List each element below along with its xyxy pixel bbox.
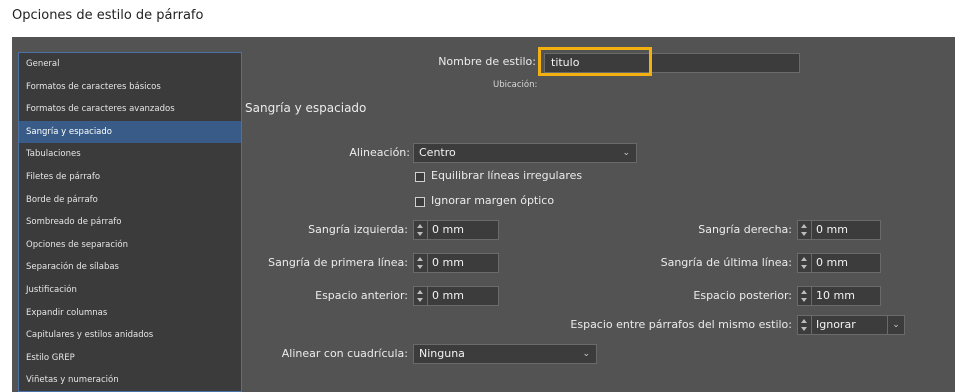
align-grid-value: Ninguna (419, 347, 465, 360)
space-after-stepper[interactable] (798, 287, 812, 305)
space-before-value: 0 mm (432, 289, 464, 302)
sidebar-item-justification[interactable]: Justificación (19, 279, 241, 302)
align-grid-label: Alinear con cuadrícula: (281, 347, 408, 360)
sidebar-item-basic-char-formats[interactable]: Formatos de caracteres básicos (19, 76, 241, 99)
sidebar-item-paragraph-shading[interactable]: Sombreado de párrafo (19, 211, 241, 234)
space-after-field[interactable]: 10 mm (797, 286, 881, 306)
sidebar-item-grep-style[interactable]: Estilo GREP (19, 347, 241, 370)
left-indent-stepper[interactable] (414, 221, 428, 239)
dialog-title-bar: Opciones de estilo de párrafo (0, 0, 955, 36)
left-indent-field[interactable]: 0 mm (413, 220, 499, 240)
space-before-field[interactable]: 0 mm (413, 286, 499, 306)
space-same-style-field[interactable]: Ignorar ⌄ (797, 315, 905, 335)
dialog-title: Opciones de estilo de párrafo (12, 8, 204, 23)
right-indent-field[interactable]: 0 mm (797, 220, 881, 240)
chevron-down-icon[interactable]: ⌄ (887, 316, 904, 334)
sidebar-item-drop-caps[interactable]: Capitulares y estilos anidados (19, 324, 241, 347)
balance-lines-checkbox[interactable] (415, 172, 425, 182)
style-name-label: Nombre de estilo: (438, 55, 536, 68)
location-label: Ubicación: (493, 80, 538, 90)
section-title: Sangría y espaciado (245, 101, 367, 115)
last-line-indent-value: 0 mm (816, 256, 848, 269)
sidebar-item-tabs[interactable]: Tabulaciones (19, 143, 241, 166)
space-before-stepper[interactable] (414, 287, 428, 305)
alignment-value: Centro (419, 146, 456, 159)
right-indent-stepper[interactable] (798, 221, 812, 239)
sidebar-item-advanced-char-formats[interactable]: Formatos de caracteres avanzados (19, 98, 241, 121)
chevron-down-icon: ⌄ (622, 148, 630, 158)
space-same-style-stepper[interactable] (798, 316, 812, 334)
space-after-label: Espacio posterior: (693, 289, 792, 302)
first-line-indent-stepper[interactable] (414, 254, 428, 272)
align-grid-dropdown[interactable]: Ninguna ⌄ (413, 344, 597, 364)
first-line-indent-label: Sangría de primera línea: (268, 256, 408, 269)
alignment-label: Alineación: (349, 146, 410, 159)
space-after-value: 10 mm (816, 289, 855, 302)
space-before-label: Espacio anterior: (315, 289, 408, 302)
sidebar-item-hyphenation[interactable]: Separación de sílabas (19, 256, 241, 279)
sidebar-item-bullets-numbering[interactable]: Viñetas y numeración (19, 369, 241, 391)
last-line-indent-stepper[interactable] (798, 254, 812, 272)
right-indent-value: 0 mm (816, 223, 848, 236)
sidebar-item-span-columns[interactable]: Expandir columnas (19, 302, 241, 325)
chevron-down-icon: ⌄ (582, 349, 590, 359)
highlight-box (538, 47, 652, 76)
first-line-indent-value: 0 mm (432, 256, 464, 269)
ignore-optical-margin-label: Ignorar margen óptico (431, 194, 555, 207)
first-line-indent-field[interactable]: 0 mm (413, 253, 499, 273)
left-indent-value: 0 mm (432, 223, 464, 236)
sidebar-item-indents-spacing[interactable]: Sangría y espaciado (19, 120, 241, 144)
ignore-optical-margin-checkbox[interactable] (415, 197, 425, 207)
sidebar-item-paragraph-rules[interactable]: Filetes de párrafo (19, 166, 241, 189)
category-list[interactable]: General Formatos de caracteres básicos F… (18, 52, 242, 392)
space-same-style-value: Ignorar (816, 318, 856, 331)
balance-lines-label: Equilibrar líneas irregulares (431, 169, 583, 182)
right-indent-label: Sangría derecha: (698, 223, 792, 236)
last-line-indent-field[interactable]: 0 mm (797, 253, 881, 273)
sidebar-item-general[interactable]: General (19, 53, 241, 76)
sidebar-item-keep-options[interactable]: Opciones de separación (19, 234, 241, 257)
last-line-indent-label: Sangría de última línea: (660, 256, 792, 269)
space-same-style-label: Espacio entre párrafos del mismo estilo: (570, 318, 792, 331)
alignment-dropdown[interactable]: Centro ⌄ (413, 143, 637, 163)
left-indent-label: Sangría izquierda: (308, 223, 408, 236)
sidebar-item-paragraph-border[interactable]: Borde de párrafo (19, 189, 241, 212)
